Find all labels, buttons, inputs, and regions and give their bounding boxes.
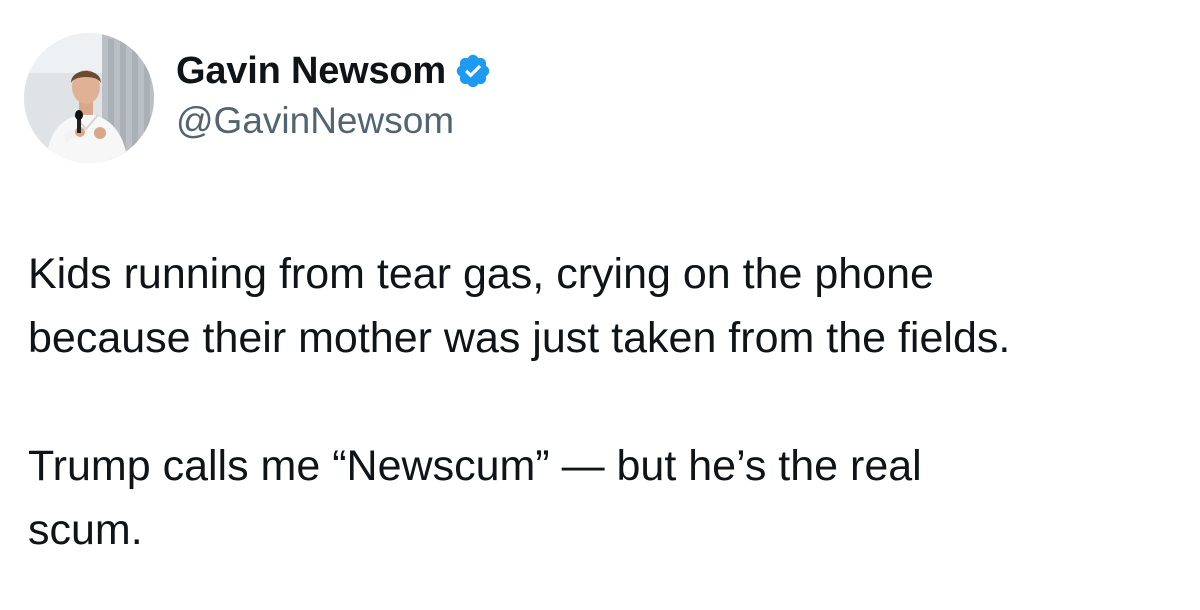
author-block: Gavin Newsom @GavinNewsom (176, 48, 492, 142)
tweet-card: Gavin Newsom @GavinNewsom Kids running f… (0, 0, 1200, 610)
avatar[interactable] (24, 33, 154, 163)
name-row: Gavin Newsom (176, 48, 492, 94)
tweet-text: Kids running from tear gas, crying on th… (28, 242, 1178, 562)
tweet-paragraph: Trump calls me “Newscum” — but he’s the … (28, 442, 922, 554)
verified-badge-icon (454, 52, 492, 90)
profile-photo-icon (24, 33, 154, 163)
user-handle[interactable]: @GavinNewsom (176, 100, 492, 142)
display-name[interactable]: Gavin Newsom (176, 50, 446, 93)
tweet-paragraph: Kids running from tear gas, crying on th… (28, 250, 1011, 362)
